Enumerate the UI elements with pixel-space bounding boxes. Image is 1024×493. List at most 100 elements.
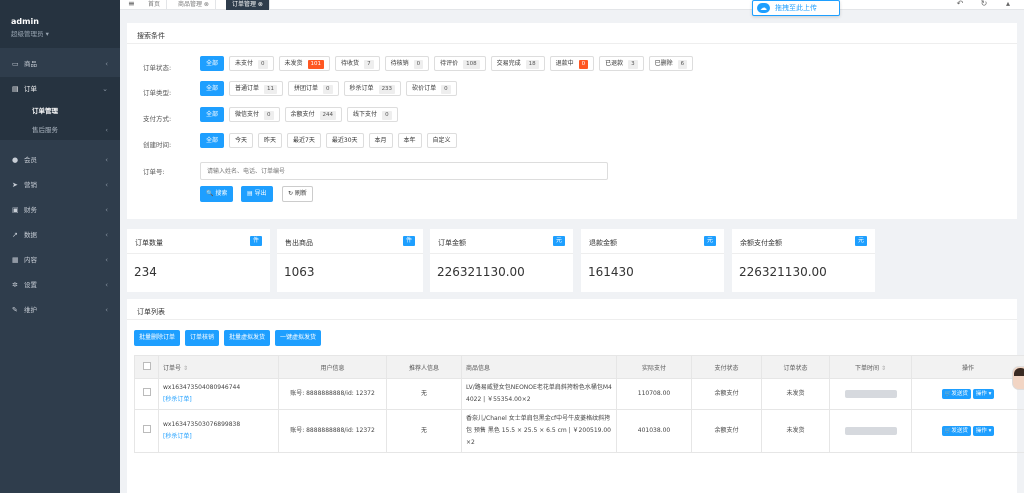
option-label: 线下支付 (353, 111, 378, 118)
option-label: 未发货 (284, 60, 303, 67)
status-option-to-receive[interactable]: 待收货 7 (335, 56, 380, 71)
sidebar-item-data[interactable]: ↗ 数据 ‹ (0, 223, 120, 248)
status-option-deleted[interactable]: 已删除 6 (648, 56, 694, 71)
sidebar-item-label: 内容 (24, 256, 37, 264)
sidebar-subitem-order-manage[interactable]: 订单管理 (0, 102, 120, 121)
count-badge: 11 (264, 85, 278, 94)
status-option-completed[interactable]: 交易完成 18 (490, 56, 545, 71)
count-badge: 233 (378, 85, 396, 94)
sort-icon[interactable]: ⇕ (183, 365, 188, 372)
ship-button[interactable]: 🛒发送货 (941, 389, 971, 399)
sidebar-item-maintenance[interactable]: ✎ 维护 ‹ (0, 298, 120, 323)
time-option-yesterday[interactable]: 昨天 (258, 133, 283, 148)
order-search-input[interactable] (200, 162, 608, 180)
pay-option-offline[interactable]: 线下支付 0 (347, 107, 398, 122)
operation-dropdown[interactable]: 操作 ▾ (972, 389, 995, 399)
time-option-all[interactable]: 全部 (200, 133, 225, 148)
type-option-group[interactable]: 拼团订单 0 (288, 81, 339, 96)
status-option-to-review[interactable]: 待评价 108 (434, 56, 486, 71)
time-option-7days[interactable]: 最近7天 (287, 133, 321, 148)
time-option-year[interactable]: 本年 (397, 133, 422, 148)
verify-order-button[interactable]: 订单核销 (185, 330, 220, 346)
status-option-unpaid[interactable]: 未支付 0 (229, 56, 274, 71)
sidebar-item-members[interactable]: ● 会员 ‹ (0, 148, 120, 173)
time-option-today[interactable]: 今天 (229, 133, 254, 148)
tab-order-manage[interactable]: 订单管理 ⊗ (226, 0, 270, 10)
table-row: wx163473503076899838 [秒杀订单] 账号: 888888888… (134, 409, 1024, 453)
type-option-all[interactable]: 全部 (200, 81, 225, 96)
document-icon: ▤ (12, 85, 19, 93)
type-option-normal[interactable]: 普通订单 11 (229, 81, 284, 96)
type-option-bargain[interactable]: 砍价订单 0 (406, 81, 457, 96)
stat-title: 订单金额 (438, 239, 466, 247)
actions-cell: 🛒发送货 操作 ▾ (911, 409, 1024, 453)
sidebar-submenu-orders: 订单管理 售后服务 ‹ (0, 102, 120, 140)
sort-icon[interactable]: ⇕ (881, 365, 886, 372)
pay-option-balance[interactable]: 余额支付 244 (284, 107, 343, 122)
count-badge: 108 (463, 60, 480, 69)
option-label: 全部 (206, 111, 219, 118)
time-option-30days[interactable]: 最近30天 (325, 133, 364, 148)
refresh-button[interactable]: ↻ 刷新 (282, 186, 313, 202)
sidebar-item-finance[interactable]: ▣ 财务 ‹ (0, 198, 120, 223)
chevron-left-icon: ‹ (105, 60, 108, 68)
stat-title: 退款金额 (589, 239, 617, 247)
menu-toggle-icon[interactable]: ≡ (128, 0, 135, 8)
sidebar: admin 超级管理员 ▾ ▭ 商品 ‹ ▤ 订单 ⌄ 订单管理 售后服务 ‹ ● 会员 ‹ … (0, 0, 120, 493)
type-option-seckill[interactable]: 秒杀订单 233 (343, 81, 402, 96)
count-badge: 0 (258, 60, 268, 69)
status-option-refunding[interactable]: 退款中 0 (549, 56, 595, 71)
sidebar-item-settings[interactable]: ✲ 设置 ‹ (0, 273, 120, 298)
order-status-cell: 未发货 (761, 378, 830, 410)
one-click-virtual-ship-button[interactable]: 一键虚拟发货 (275, 330, 322, 346)
column-header[interactable]: 订单号 ⇕ (158, 355, 279, 379)
search-button[interactable]: 🔍 搜索 (200, 186, 234, 202)
sidebar-item-marketing[interactable]: ➤ 营销 ‹ (0, 173, 120, 198)
sidebar-subitem-after-sales[interactable]: 售后服务 ‹ (0, 121, 120, 140)
column-header: 订单状态 (761, 355, 830, 379)
row-checkbox[interactable] (142, 424, 151, 433)
time-option-custom[interactable]: 自定义 (426, 133, 457, 148)
sidebar-item-label: 营销 (24, 181, 37, 189)
column-header: 支付状态 (691, 355, 762, 379)
status-option-unshipped[interactable]: 未发货 101 (278, 56, 331, 71)
chart-icon: ↗ (12, 231, 18, 239)
status-option-refunded[interactable]: 已退款 3 (599, 56, 644, 71)
option-label: 砍价订单 (412, 85, 437, 92)
option-label: 退款中 (555, 60, 574, 67)
sidebar-item-content[interactable]: ▦ 内容 ‹ (0, 248, 120, 273)
sidebar-item-orders[interactable]: ▤ 订单 ⌄ (0, 77, 120, 102)
option-label: 待评价 (440, 60, 459, 67)
user-role-dropdown[interactable]: 超级管理员 ▾ (11, 28, 120, 38)
pay-option-wechat[interactable]: 微信支付 0 (229, 107, 280, 122)
status-option-to-verify[interactable]: 待核销 0 (384, 56, 430, 71)
sidebar-item-label: 会员 (24, 156, 37, 164)
batch-virtual-ship-button[interactable]: 批量虚拟发货 (224, 330, 271, 346)
support-avatar[interactable] (1012, 366, 1024, 390)
column-header[interactable]: 下单时间 ⇕ (829, 355, 912, 379)
time-option-month[interactable]: 本月 (368, 133, 393, 148)
operation-dropdown[interactable]: 操作 ▾ (972, 426, 995, 436)
tab-home[interactable]: 首页 (142, 0, 168, 10)
content-icon: ▦ (12, 256, 19, 264)
stat-value: 161430 (588, 265, 634, 279)
batch-delete-button[interactable]: 批量删除订单 (134, 330, 181, 346)
drag-upload-button[interactable]: ☁ 拖拽至此上传 (752, 0, 840, 16)
column-header: 操作 (911, 355, 1024, 379)
export-button[interactable]: ▤ 导出 (241, 186, 273, 202)
tab-goods-manage[interactable]: 商品管理 ⊗ (172, 0, 216, 10)
column-header: 商品信息 (461, 355, 617, 379)
goods-info-cell: LV/路易威登女包NEONOE老花单肩斜挎粉色水桶包M44022 | ￥5535… (461, 378, 617, 410)
refresh-icon[interactable]: ↻ (972, 0, 996, 8)
pay-option-all[interactable]: 全部 (200, 107, 225, 122)
order-table: 订单号 ⇕ 用户信息 推荐人信息 商品信息 实际支付 支付状态 订单状态 下单时… (134, 355, 1024, 453)
row-checkbox[interactable] (142, 387, 151, 396)
status-option-all[interactable]: 全部 (200, 56, 225, 71)
divider (581, 253, 724, 254)
select-all-checkbox[interactable] (142, 362, 151, 370)
undo-icon[interactable]: ↶ (948, 0, 972, 8)
ship-button[interactable]: 🛒发送货 (941, 426, 971, 436)
stat-title: 订单数量 (135, 239, 163, 247)
sidebar-item-goods[interactable]: ▭ 商品 ‹ (0, 52, 120, 77)
bell-icon[interactable]: ▴ (996, 0, 1020, 8)
